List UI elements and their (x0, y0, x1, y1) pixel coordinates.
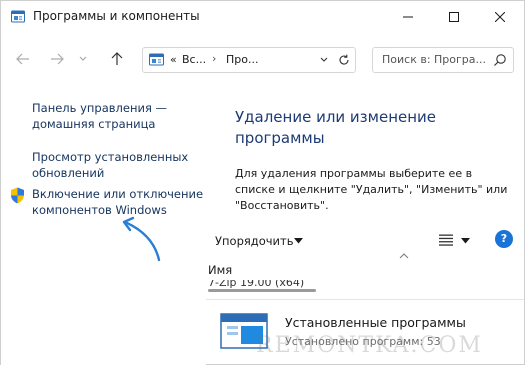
sort-indicator-icon (399, 253, 409, 259)
maximize-button[interactable] (431, 1, 477, 33)
annotation-arrow-icon (122, 216, 161, 262)
close-icon (495, 12, 505, 22)
caret-down-icon[interactable] (294, 238, 303, 244)
forward-button[interactable] (45, 47, 69, 71)
address-dropdown-button[interactable] (317, 52, 331, 68)
breadcrumb-item-1[interactable]: Вс... (182, 53, 206, 66)
up-button[interactable] (105, 47, 129, 71)
details-title: Установленные программы (285, 315, 466, 330)
watermark: REMONTKA.COM (256, 333, 483, 358)
left-task-pane: Панель управления — домашняя страница Пр… (1, 81, 206, 365)
column-header-name[interactable]: Имя (208, 263, 232, 277)
breadcrumb-separator[interactable]: › (212, 52, 216, 65)
chevron-down-icon (79, 56, 87, 61)
back-button[interactable] (11, 47, 35, 71)
maximize-icon (449, 12, 459, 22)
breadcrumb-overflow[interactable]: « (170, 53, 177, 66)
refresh-button[interactable] (335, 52, 353, 68)
uac-shield-icon (11, 187, 24, 204)
view-options-icon[interactable] (439, 234, 453, 246)
breadcrumb-item-2[interactable]: Про... (226, 53, 258, 66)
search-input[interactable]: Поиск в: Програ... (372, 47, 514, 73)
arrow-left-icon (16, 53, 29, 65)
close-button[interactable] (477, 1, 523, 33)
program-name: 7-Zip 19.00 (x64) (208, 280, 305, 288)
table-row[interactable]: 7-Zip 19.00 (x64) (208, 280, 318, 288)
control-panel-home-link[interactable]: Панель управления — домашняя страница (32, 100, 197, 132)
main-content: Удаление или изменение программы Для уда… (206, 81, 524, 365)
title-bar: Программы и компоненты (1, 1, 524, 33)
control-panel-icon (149, 53, 164, 66)
minimize-button[interactable] (385, 1, 431, 33)
window-title: Программы и компоненты (33, 9, 200, 23)
control-panel-icon (11, 10, 25, 23)
search-placeholder: Поиск в: Програ... (382, 53, 487, 66)
search-icon[interactable] (493, 53, 507, 67)
turn-windows-features-link[interactable]: Включение или отключение компонентов Win… (32, 186, 207, 218)
organize-button[interactable]: Упорядочить (215, 234, 294, 248)
minimize-icon (403, 16, 413, 18)
horizontal-scrollbar[interactable] (208, 289, 316, 292)
caret-down-icon[interactable] (461, 238, 470, 244)
page-description: Для удаления программы выберите ее в спи… (235, 167, 508, 212)
address-bar[interactable]: « Вс... › Про... (142, 47, 356, 73)
list-toolbar: Упорядочить ? (206, 229, 524, 255)
arrow-up-icon (111, 52, 123, 65)
arrow-right-icon (51, 53, 64, 65)
page-title: Удаление или изменение программы (235, 108, 437, 147)
programs-and-features-window: Программы и компоненты « Вс... › Про... … (0, 0, 525, 365)
chevron-down-icon (320, 57, 328, 62)
navigation-bar: « Вс... › Про... Поиск в: Програ... (1, 39, 524, 79)
help-button[interactable]: ? (495, 230, 513, 248)
refresh-icon (339, 54, 349, 65)
recent-locations-button[interactable] (75, 47, 91, 71)
view-installed-updates-link[interactable]: Просмотр установленных обновлений (32, 149, 197, 181)
